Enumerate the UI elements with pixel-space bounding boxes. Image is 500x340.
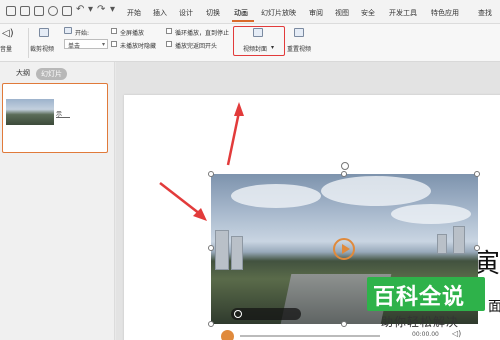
tab-home[interactable]: 开始 bbox=[127, 8, 141, 18]
building bbox=[453, 226, 465, 254]
start-select[interactable]: 单击 ▾ bbox=[64, 39, 108, 50]
rewind-checkbox[interactable] bbox=[166, 41, 172, 47]
tab-outline[interactable]: 大纲 bbox=[16, 68, 30, 78]
hide-label: 未播放时隐藏 bbox=[120, 43, 157, 50]
app-window: ↶ ▾ ↷ ▾ 开始 插入 设计 切换 动画 幻灯片放映 审阅 视图 安全 开发… bbox=[0, 0, 500, 340]
fullscreen-checkbox[interactable] bbox=[111, 28, 117, 34]
reset-video-label[interactable]: 重置视频 bbox=[287, 44, 311, 53]
undo-icon[interactable]: ↶ bbox=[76, 4, 84, 15]
building bbox=[215, 230, 229, 270]
active-tab-indicator bbox=[232, 20, 254, 22]
resize-handle[interactable] bbox=[341, 171, 347, 177]
volume-label[interactable]: 音量 bbox=[0, 44, 12, 53]
separator bbox=[28, 28, 29, 58]
tab-slideshow[interactable]: 幻灯片放映 bbox=[261, 8, 296, 18]
trim-video-icon[interactable] bbox=[39, 28, 49, 37]
start-label: 开始: bbox=[75, 30, 90, 37]
tab-review[interactable]: 审阅 bbox=[309, 8, 323, 18]
chevron-down-icon: ▾ bbox=[101, 41, 105, 48]
resize-handle[interactable] bbox=[208, 171, 214, 177]
watermark-title: 百科全说 bbox=[373, 285, 466, 310]
hide-checkbox[interactable] bbox=[111, 41, 117, 47]
start-icon bbox=[64, 27, 72, 34]
format-icon[interactable] bbox=[62, 6, 72, 16]
slide-side-text-2: 面 bbox=[488, 299, 500, 315]
more-icon[interactable]: ▾ bbox=[110, 4, 115, 15]
resize-handle[interactable] bbox=[341, 321, 347, 327]
cloud bbox=[321, 176, 431, 206]
watermark: 百科全说 助你轻松解决 bbox=[367, 277, 485, 335]
resize-handle[interactable] bbox=[208, 321, 214, 327]
thumbnail-line bbox=[56, 117, 70, 118]
video-cover-highlight bbox=[233, 26, 285, 56]
start-value: 单击 bbox=[68, 43, 81, 50]
volume-icon[interactable]: ◁) bbox=[2, 28, 14, 39]
tab-animation[interactable]: 动画 bbox=[234, 8, 248, 18]
player-progress-bar[interactable] bbox=[240, 335, 380, 337]
play-icon[interactable] bbox=[333, 238, 355, 260]
file-icon[interactable] bbox=[6, 6, 16, 16]
reset-video-icon[interactable] bbox=[294, 28, 304, 37]
redo-icon[interactable]: ↷ bbox=[97, 4, 105, 15]
thumbnail-video-image bbox=[6, 99, 54, 125]
tab-special[interactable]: 特色应用 bbox=[431, 8, 459, 18]
slide-thumbnail[interactable]: 示 bbox=[2, 83, 108, 153]
video-caption-bar bbox=[231, 308, 301, 320]
player-play-button[interactable] bbox=[221, 330, 234, 340]
save-icon[interactable] bbox=[20, 6, 30, 16]
rotate-handle[interactable] bbox=[341, 162, 349, 170]
tab-slides[interactable]: 幻灯片 bbox=[36, 68, 67, 80]
resize-handle[interactable] bbox=[208, 245, 214, 251]
tab-design[interactable]: 设计 bbox=[179, 8, 193, 18]
trim-video-label[interactable]: 裁剪视频 bbox=[30, 44, 54, 53]
loop-label: 循环播放，直到停止 bbox=[175, 30, 230, 37]
building bbox=[231, 236, 243, 270]
rewind-label: 播放完返回开头 bbox=[175, 43, 218, 50]
resize-handle[interactable] bbox=[474, 171, 480, 177]
cloud bbox=[391, 204, 471, 224]
tab-developer[interactable]: 开发工具 bbox=[389, 8, 417, 18]
watermark-badge: 百科全说 bbox=[367, 277, 485, 311]
resize-handle[interactable] bbox=[474, 245, 480, 251]
print-icon[interactable] bbox=[34, 6, 44, 16]
cloud bbox=[231, 184, 321, 208]
tab-insert[interactable]: 插入 bbox=[153, 8, 167, 18]
undo-menu-icon[interactable]: ▾ bbox=[88, 4, 93, 15]
tab-search[interactable]: 查找 bbox=[478, 8, 492, 18]
tab-view[interactable]: 视图 bbox=[335, 8, 349, 18]
tab-security[interactable]: 安全 bbox=[361, 8, 375, 18]
preview-icon[interactable] bbox=[48, 6, 58, 16]
title-tab-bar: ↶ ▾ ↷ ▾ 开始 插入 设计 切换 动画 幻灯片放映 审阅 视图 安全 开发… bbox=[0, 0, 500, 24]
fullscreen-label: 全屏播放 bbox=[120, 30, 145, 37]
watermark-subtitle: 助你轻松解决 bbox=[381, 315, 460, 329]
building bbox=[437, 234, 447, 254]
loop-checkbox[interactable] bbox=[166, 28, 172, 34]
tab-transition[interactable]: 切换 bbox=[206, 8, 220, 18]
